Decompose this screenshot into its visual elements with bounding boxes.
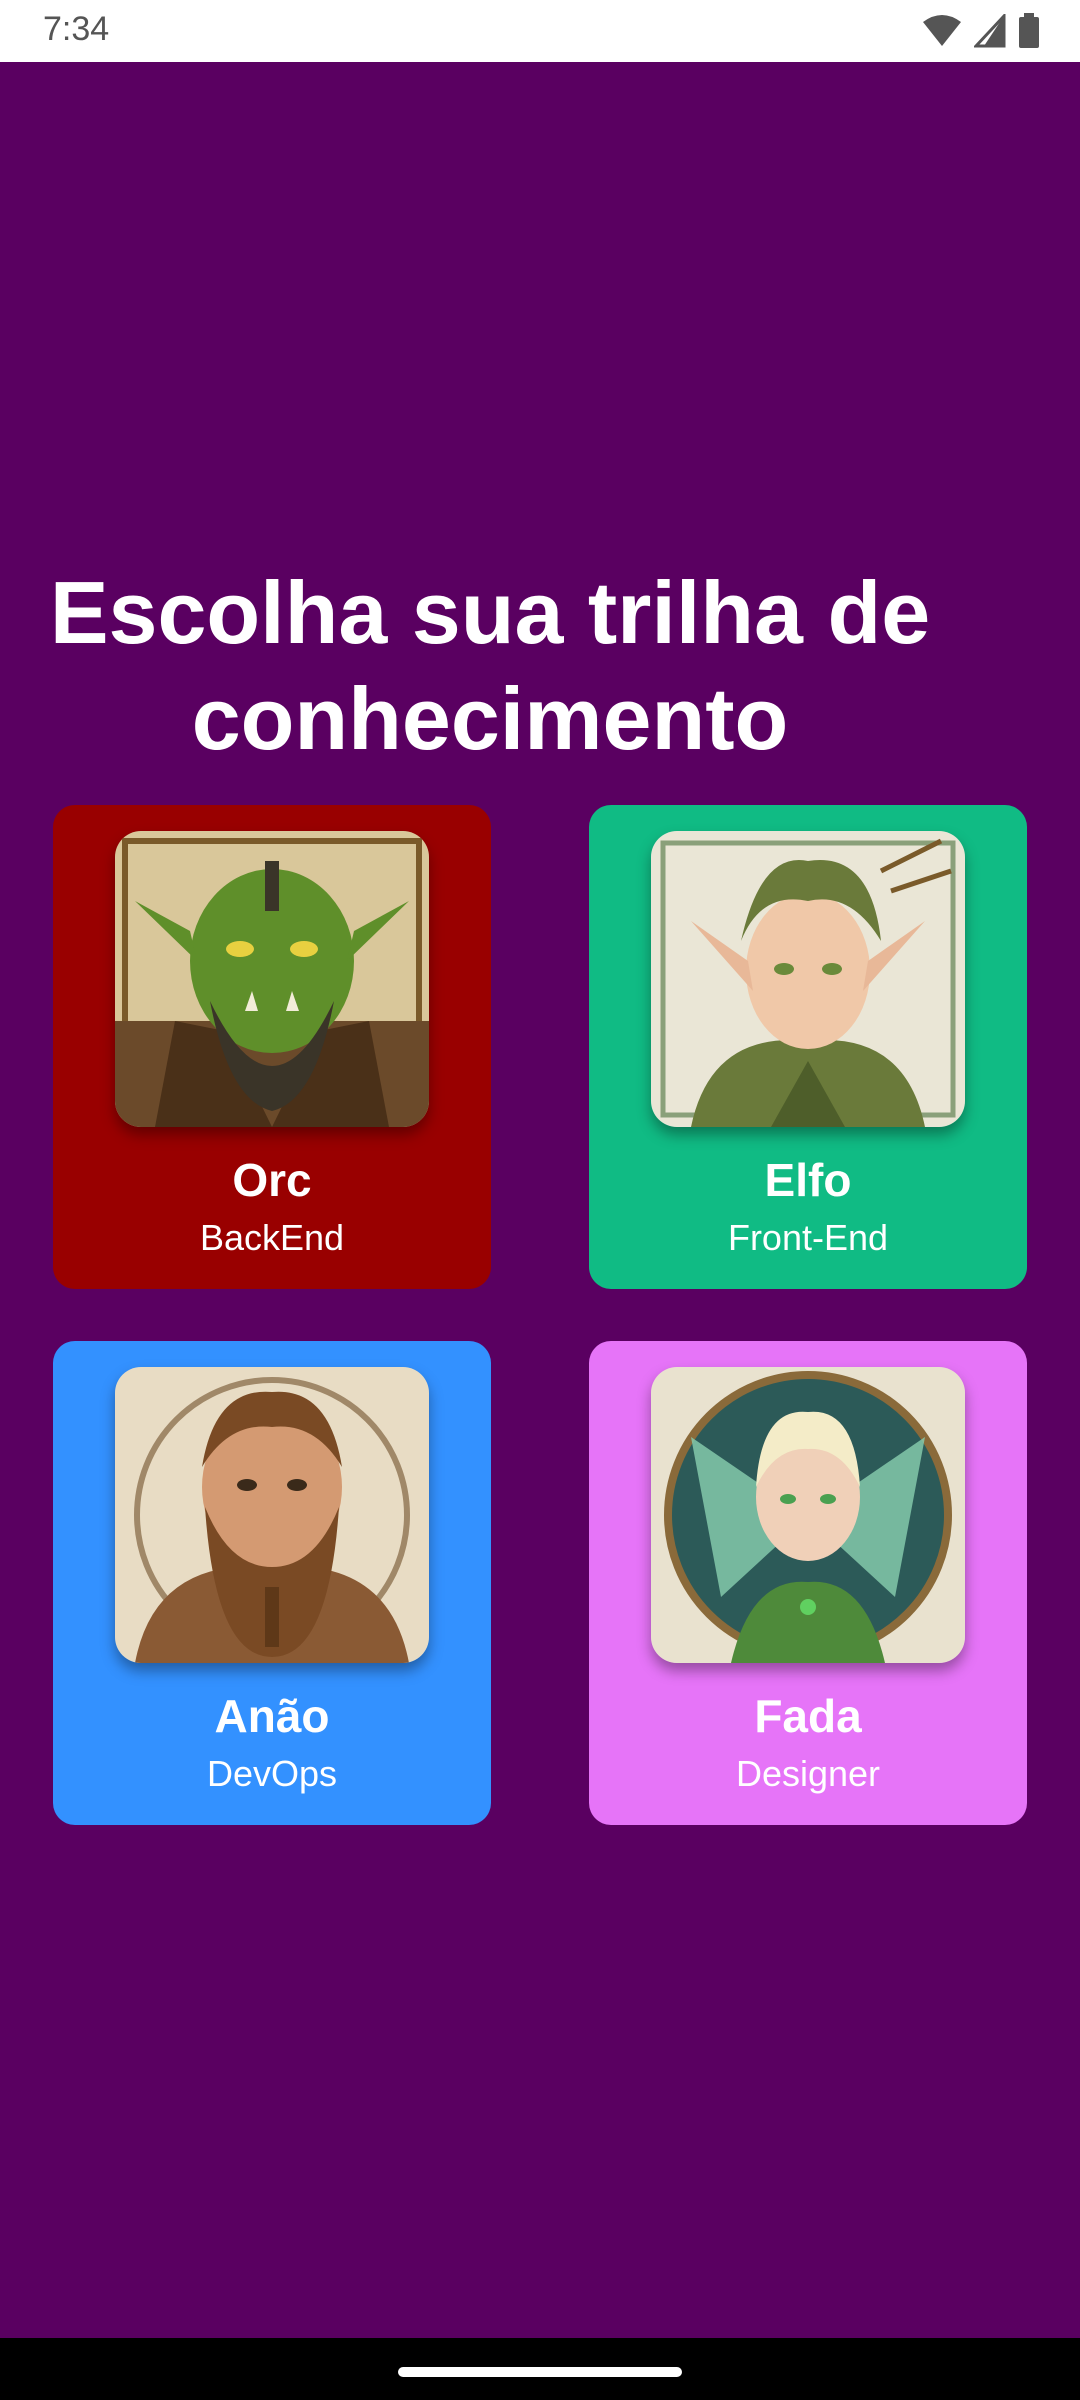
card-name: Elfo [764,1154,852,1206]
page-title-line-2: conhecimento [191,669,789,768]
wifi-icon [923,15,961,46]
fairy-portrait [651,1367,965,1663]
cell-signal-icon [974,14,1006,48]
status-time: 7:34 [43,10,110,48]
card-name: Anão [214,1690,330,1742]
card-role: Front-End [727,1217,889,1258]
track-card-elfo[interactable]: Elfo Front-End [589,805,1027,1289]
elf-portrait [651,831,965,1127]
track-card-anao[interactable]: Anão DevOps [53,1341,491,1825]
battery-icon [1019,13,1039,48]
card-name: Fada [754,1690,862,1742]
page-title-line-1: Escolha sua trilha de [49,563,931,662]
card-role: DevOps [206,1753,338,1794]
status-icons [922,12,1040,50]
orc-portrait [115,831,429,1127]
track-card-orc[interactable]: Orc BackEnd [53,805,491,1289]
card-role: Designer [735,1753,881,1794]
home-gesture-handle[interactable] [398,2367,682,2377]
card-role: BackEnd [199,1217,345,1258]
track-card-fada[interactable]: Fada Designer [589,1341,1027,1825]
card-name: Orc [232,1154,312,1206]
page-title: Escolha sua trilha de conhecimento [0,560,980,772]
status-bar: 7:34 [0,0,1080,62]
dwarf-portrait [115,1367,429,1663]
